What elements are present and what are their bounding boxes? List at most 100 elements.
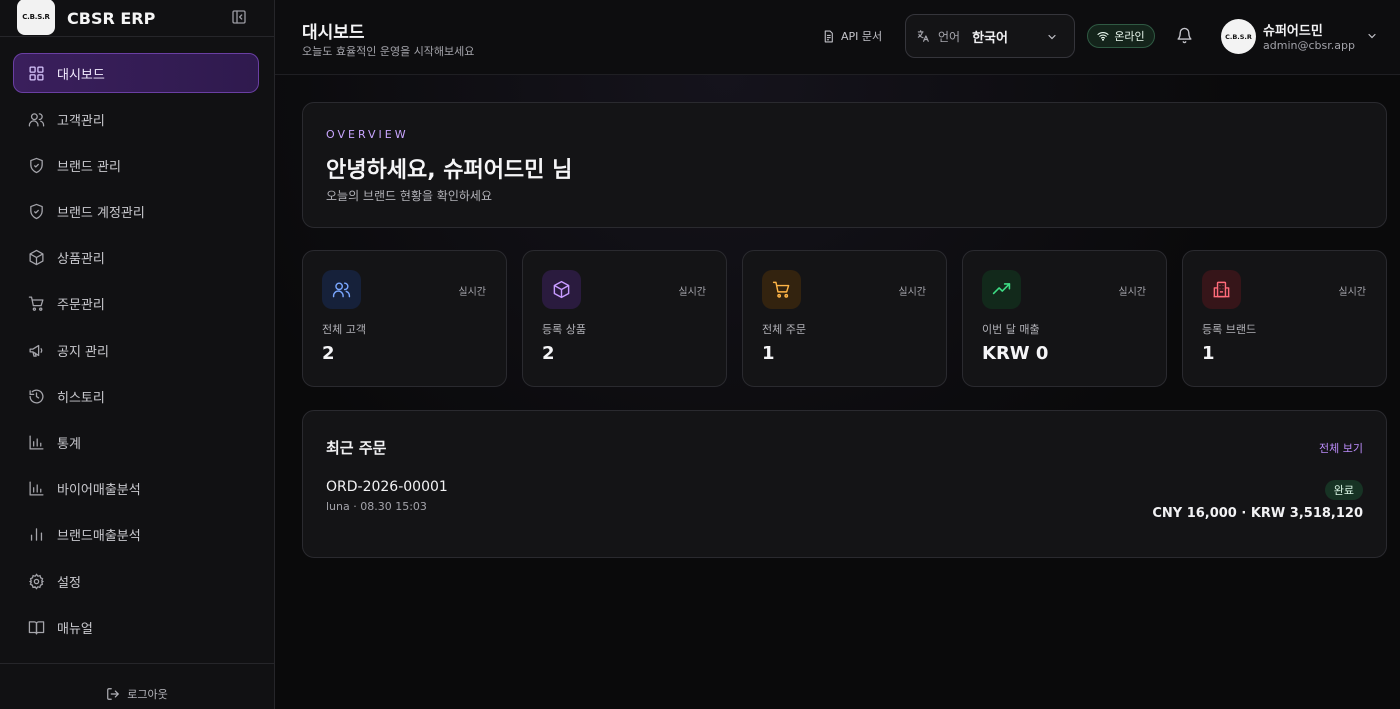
page-title: 대시보드	[302, 23, 365, 43]
bar-chart-icon	[30, 528, 43, 542]
sidebar-item-orders[interactable]: 주문관리	[13, 284, 259, 324]
sidebar-item-label: 브랜드매출분석	[57, 529, 141, 545]
dashboard-icon	[29, 65, 44, 81]
wifi-icon	[1097, 32, 1109, 41]
overview-title: 안녕하세요, 슈퍼어드민 님	[326, 158, 573, 183]
logout-icon	[107, 688, 120, 700]
stat-value: KRW 0	[982, 343, 1049, 364]
sidebar-item-label: 브랜드 관리	[57, 159, 121, 175]
sidebar-item-label: 매뉴얼	[57, 621, 93, 637]
online-status-badge: 온라인	[1087, 24, 1155, 48]
stat-card-monthly-sales[interactable]: 실시간 이번 달 매출 KRW 0	[962, 250, 1167, 387]
user-email: admin@cbsr.app	[1263, 39, 1355, 52]
sidebar-item-statistics[interactable]: 통계	[13, 423, 259, 463]
sidebar-item-dashboard[interactable]: 대시보드	[13, 53, 259, 93]
online-label: 온라인	[1114, 30, 1145, 43]
stat-label: 등록 브랜드	[1202, 323, 1257, 336]
book-icon	[28, 620, 45, 635]
api-docs-link[interactable]: API 문서	[822, 28, 882, 44]
stat-icon-wrap	[322, 270, 361, 309]
stat-label: 등록 상품	[542, 323, 586, 336]
shield-icon	[30, 157, 43, 174]
trend-up-icon	[992, 283, 1011, 295]
shield-icon	[30, 203, 43, 220]
sidebar-nav: 대시보드 고객관리 브랜드 관리 브랜드 계정관리 상품관리 주문관리 공지 관…	[13, 53, 259, 653]
stat-value: 1	[1202, 343, 1215, 364]
sidebar-item-label: 고객관리	[57, 113, 105, 129]
user-name[interactable]: 슈퍼어드민	[1263, 20, 1323, 39]
language-label: 언어	[938, 29, 961, 44]
stat-badge: 실시간	[1118, 287, 1146, 298]
overview-subtitle: 오늘의 브랜드 현황을 확인하세요	[326, 189, 493, 203]
order-amount: CNY 16,000 · KRW 3,518,120	[1152, 506, 1363, 521]
status-badge: 완료	[1324, 480, 1363, 500]
bar-chart-icon	[29, 481, 44, 496]
sidebar-item-products[interactable]: 상품관리	[13, 238, 259, 278]
building-icon	[1213, 281, 1230, 298]
stat-icon-wrap	[762, 270, 801, 309]
sidebar-item-history[interactable]: 히스토리	[13, 376, 259, 416]
sidebar-item-label: 공지 관리	[57, 344, 109, 360]
sidebar-item-label: 브랜드 계정관리	[57, 206, 145, 222]
order-meta: luna · 08.30 15:03	[326, 500, 427, 513]
top-header: 대시보드 오늘도 효율적인 운영을 시작해보세요 API 문서 언어 한국어 온…	[275, 0, 1400, 75]
cart-icon	[772, 281, 790, 298]
language-select[interactable]: 언어 한국어	[905, 14, 1075, 58]
stat-badge: 실시간	[898, 287, 926, 298]
overview-kicker: OVERVIEW	[326, 128, 409, 141]
main-content: OVERVIEW 안녕하세요, 슈퍼어드민 님 오늘의 브랜드 현황을 확인하세…	[275, 75, 1400, 709]
brand-logo: C.B.S.R	[17, 0, 55, 35]
stat-card-customers[interactable]: 실시간 전체 고객 2	[302, 250, 507, 387]
stat-label: 전체 주문	[762, 323, 806, 336]
recent-orders-card: 최근 주문 전체 보기 ORD-2026-00001 luna · 08.30 …	[302, 410, 1387, 558]
users-icon	[332, 282, 351, 298]
package-icon	[553, 280, 570, 299]
sidebar-item-label: 주문관리	[57, 298, 105, 314]
sidebar-item-brand-accounts[interactable]: 브랜드 계정관리	[13, 192, 259, 232]
chevron-down-icon	[1048, 34, 1056, 40]
stat-icon-wrap	[542, 270, 581, 309]
stat-badge: 실시간	[458, 287, 486, 298]
language-value: 한국어	[972, 30, 1008, 46]
sidebar-divider	[0, 663, 274, 664]
bell-icon[interactable]	[1176, 27, 1193, 44]
chevron-down-icon[interactable]	[1366, 30, 1378, 42]
gear-icon	[28, 572, 45, 590]
sidebar-collapse-icon[interactable]	[231, 9, 247, 25]
sidebar-item-label: 통계	[57, 437, 81, 452]
sidebar-item-label: 히스토리	[57, 390, 105, 406]
sidebar-item-settings[interactable]: 설정	[13, 561, 259, 601]
sidebar-brand: C.B.S.R CBSR ERP	[0, 0, 274, 37]
cart-icon	[28, 296, 44, 312]
sidebar-item-notices[interactable]: 공지 관리	[13, 330, 259, 370]
translate-icon	[917, 30, 929, 42]
avatar[interactable]: C.B.S.R	[1221, 19, 1256, 54]
view-all-link[interactable]: 전체 보기	[1319, 440, 1363, 456]
megaphone-icon	[29, 344, 43, 357]
overview-card: OVERVIEW 안녕하세요, 슈퍼어드민 님 오늘의 브랜드 현황을 확인하세…	[302, 102, 1387, 228]
stat-card-products[interactable]: 실시간 등록 상품 2	[522, 250, 727, 387]
brand-name: CBSR ERP	[67, 8, 156, 28]
sidebar-item-label: 바이어매출분석	[57, 483, 141, 499]
document-icon	[824, 30, 833, 42]
stat-label: 전체 고객	[322, 323, 366, 336]
sidebar-item-customers[interactable]: 고객관리	[13, 99, 259, 139]
sidebar-item-brands[interactable]: 브랜드 관리	[13, 145, 259, 185]
logout-label: 로그아웃	[127, 688, 168, 701]
package-icon	[29, 250, 44, 266]
stat-icon-wrap	[982, 270, 1021, 309]
stat-badge: 실시간	[678, 287, 706, 298]
sidebar-item-brand-sales[interactable]: 브랜드매출분석	[13, 515, 259, 555]
sidebar-item-buyer-sales[interactable]: 바이어매출분석	[13, 469, 259, 509]
stat-card-orders[interactable]: 실시간 전체 주문 1	[742, 250, 947, 387]
logout-button[interactable]: 로그아웃	[0, 686, 274, 702]
recent-orders-title: 최근 주문	[326, 439, 387, 457]
stat-badge: 실시간	[1338, 287, 1366, 298]
bar-chart-icon	[29, 435, 44, 450]
stat-icon-wrap	[1202, 270, 1241, 309]
order-id: ORD-2026-00001	[326, 479, 448, 495]
sidebar-item-manual[interactable]: 매뉴얼	[13, 607, 259, 647]
stat-card-brands[interactable]: 실시간 등록 브랜드 1	[1182, 250, 1387, 387]
history-icon	[29, 389, 44, 404]
stat-value: 2	[542, 343, 555, 364]
